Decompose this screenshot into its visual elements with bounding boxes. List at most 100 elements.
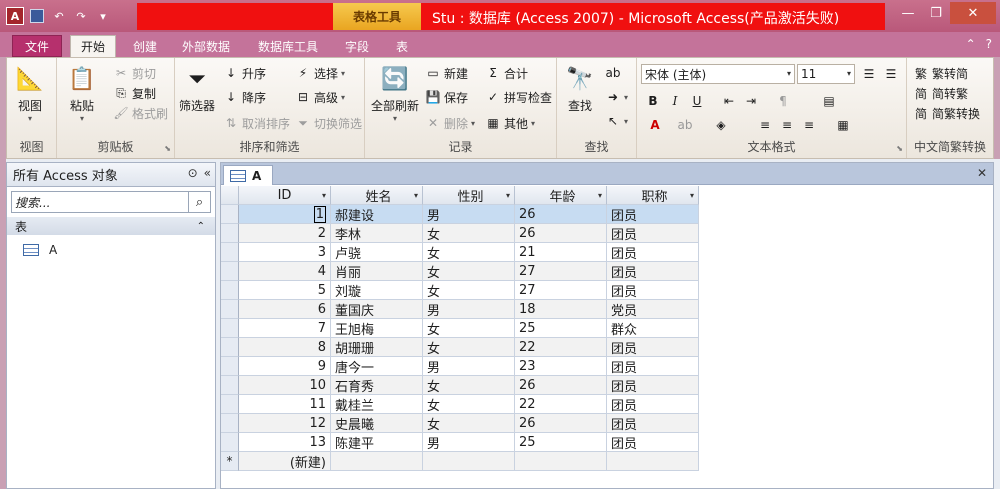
table-cell-title[interactable]: 团员: [607, 338, 699, 357]
paste-button[interactable]: 📋 粘贴 ▾: [67, 64, 97, 124]
table-cell-title[interactable]: 团员: [607, 357, 699, 376]
table-cell-title[interactable]: 团员: [607, 224, 699, 243]
minimize-icon[interactable]: —: [894, 2, 922, 24]
align-right-icon[interactable]: ≡: [799, 116, 819, 134]
minimize-ribbon-icon[interactable]: ⌃: [966, 37, 976, 51]
table-cell-age[interactable]: 21: [515, 243, 607, 262]
customize-qat-icon[interactable]: ▾: [94, 7, 112, 25]
select-button[interactable]: ↖ ▾: [605, 112, 628, 130]
record-selector[interactable]: [221, 243, 239, 262]
save-icon[interactable]: [28, 7, 46, 25]
table-row[interactable]: 7 王旭梅 女 25 群众: [221, 319, 699, 338]
italic-icon[interactable]: I: [665, 92, 685, 110]
save-record-button[interactable]: 💾 保存: [425, 88, 469, 106]
table-cell-title[interactable]: 团员: [607, 205, 699, 224]
table-cell-id[interactable]: 13: [239, 433, 331, 452]
record-selector[interactable]: [221, 376, 239, 395]
table-cell-name[interactable]: 董国庆: [331, 300, 423, 319]
table-cell-age[interactable]: 27: [515, 262, 607, 281]
toggle-filter-button[interactable]: ⏷ 切换筛选: [295, 114, 362, 132]
table-cell-name[interactable]: 卢骁: [331, 243, 423, 262]
table-cell-name[interactable]: 史晨曦: [331, 414, 423, 433]
record-selector[interactable]: [221, 281, 239, 300]
chevron-down-icon[interactable]: ▾: [414, 191, 418, 200]
gridlines-icon[interactable]: ▤: [819, 92, 839, 110]
table-cell-name[interactable]: 戴桂兰: [331, 395, 423, 414]
table-cell-sex[interactable]: 女: [423, 338, 515, 357]
table-cell-sex[interactable]: 女: [423, 319, 515, 338]
table-cell-title[interactable]: 团员: [607, 433, 699, 452]
table-cell-age[interactable]: 27: [515, 281, 607, 300]
close-icon[interactable]: ✕: [977, 166, 987, 180]
record-selector[interactable]: [221, 262, 239, 281]
table-cell-title[interactable]: 团员: [607, 262, 699, 281]
document-tab-a[interactable]: A: [223, 165, 273, 185]
table-cell-age[interactable]: 18: [515, 300, 607, 319]
advanced-button[interactable]: ⊟ 高级 ▾: [295, 88, 345, 106]
table-cell-age[interactable]: 23: [515, 357, 607, 376]
table-cell-id[interactable]: 6: [239, 300, 331, 319]
table-cell-age[interactable]: 26: [515, 376, 607, 395]
dialog-launcher-icon[interactable]: ⬊: [164, 144, 171, 153]
delete-record-button[interactable]: ✕ 删除 ▾: [425, 114, 475, 132]
numbered-list-icon[interactable]: ☰: [881, 65, 901, 83]
decrease-indent-icon[interactable]: ⇤: [719, 92, 739, 110]
clear-sort-button[interactable]: ⇅ 取消排序: [223, 114, 290, 132]
column-header-id[interactable]: ID ▾: [239, 186, 331, 205]
table-cell-sex[interactable]: 女: [423, 243, 515, 262]
table-row[interactable]: 8 胡珊珊 女 22 团员: [221, 338, 699, 357]
table-cell-id[interactable]: 9: [239, 357, 331, 376]
column-header-age[interactable]: 年龄 ▾: [515, 186, 607, 205]
table-cell-name[interactable]: 王旭梅: [331, 319, 423, 338]
table-cell-title[interactable]: 团员: [607, 243, 699, 262]
table-cell-id[interactable]: 11: [239, 395, 331, 414]
chevron-down-icon[interactable]: ▾: [690, 191, 694, 200]
table-row[interactable]: 12 史晨曦 女 26 团员: [221, 414, 699, 433]
sort-ascending-button[interactable]: ↓ 升序: [223, 64, 266, 82]
align-left-icon[interactable]: ≡: [755, 116, 775, 134]
chinese-convert-button[interactable]: 简简繁转换: [913, 104, 980, 122]
search-input[interactable]: 搜索...: [12, 194, 50, 211]
new-record-cell[interactable]: [607, 452, 699, 471]
filter-button[interactable]: ⏷ 筛选器: [179, 64, 215, 114]
new-record-id-cell[interactable]: (新建): [239, 452, 331, 471]
table-cell-id[interactable]: 1: [239, 205, 331, 224]
table-cell-sex[interactable]: 女: [423, 224, 515, 243]
table-cell-name[interactable]: 胡珊珊: [331, 338, 423, 357]
table-cell-id[interactable]: 3: [239, 243, 331, 262]
table-cell-age[interactable]: 25: [515, 433, 607, 452]
table-row[interactable]: 11 戴桂兰 女 22 团员: [221, 395, 699, 414]
new-record-marker[interactable]: *: [221, 452, 239, 471]
new-record-button[interactable]: ▭ 新建: [425, 64, 468, 82]
table-cell-title[interactable]: 团员: [607, 281, 699, 300]
bold-icon[interactable]: B: [643, 92, 663, 110]
table-row[interactable]: 13 陈建平 男 25 团员: [221, 433, 699, 452]
find-button[interactable]: 🔭 查找: [565, 64, 595, 114]
table-cell-id[interactable]: 8: [239, 338, 331, 357]
table-row[interactable]: 9 唐今一 男 23 团员: [221, 357, 699, 376]
record-selector[interactable]: [221, 224, 239, 243]
table-cell-name[interactable]: 陈建平: [331, 433, 423, 452]
select-all-cell[interactable]: [221, 186, 239, 205]
new-record-row[interactable]: * (新建): [221, 452, 699, 471]
new-record-cell[interactable]: [423, 452, 515, 471]
record-selector[interactable]: [221, 319, 239, 338]
selection-button[interactable]: ⚡ 选择 ▾: [295, 64, 345, 82]
replace-button[interactable]: ab: [605, 64, 621, 82]
search-icon[interactable]: ⌕: [188, 192, 210, 212]
totals-button[interactable]: Σ 合计: [485, 64, 528, 82]
tab-table[interactable]: 表: [384, 35, 420, 57]
table-cell-title[interactable]: 团员: [607, 376, 699, 395]
record-selector[interactable]: [221, 357, 239, 376]
table-cell-sex[interactable]: 男: [423, 433, 515, 452]
table-cell-id[interactable]: 2: [239, 224, 331, 243]
column-header-name[interactable]: 姓名 ▾: [331, 186, 423, 205]
redo-icon[interactable]: ↷: [72, 7, 90, 25]
table-cell-name[interactable]: 石育秀: [331, 376, 423, 395]
table-cell-title[interactable]: 团员: [607, 395, 699, 414]
view-button[interactable]: 📐 视图 ▾: [15, 64, 45, 124]
refresh-all-button[interactable]: 🔄 全部刷新 ▾: [371, 64, 419, 124]
navigation-pane-header[interactable]: 所有 Access 对象 ⊙ «: [7, 163, 215, 187]
record-selector[interactable]: [221, 205, 239, 224]
access-app-icon[interactable]: A: [6, 7, 24, 25]
